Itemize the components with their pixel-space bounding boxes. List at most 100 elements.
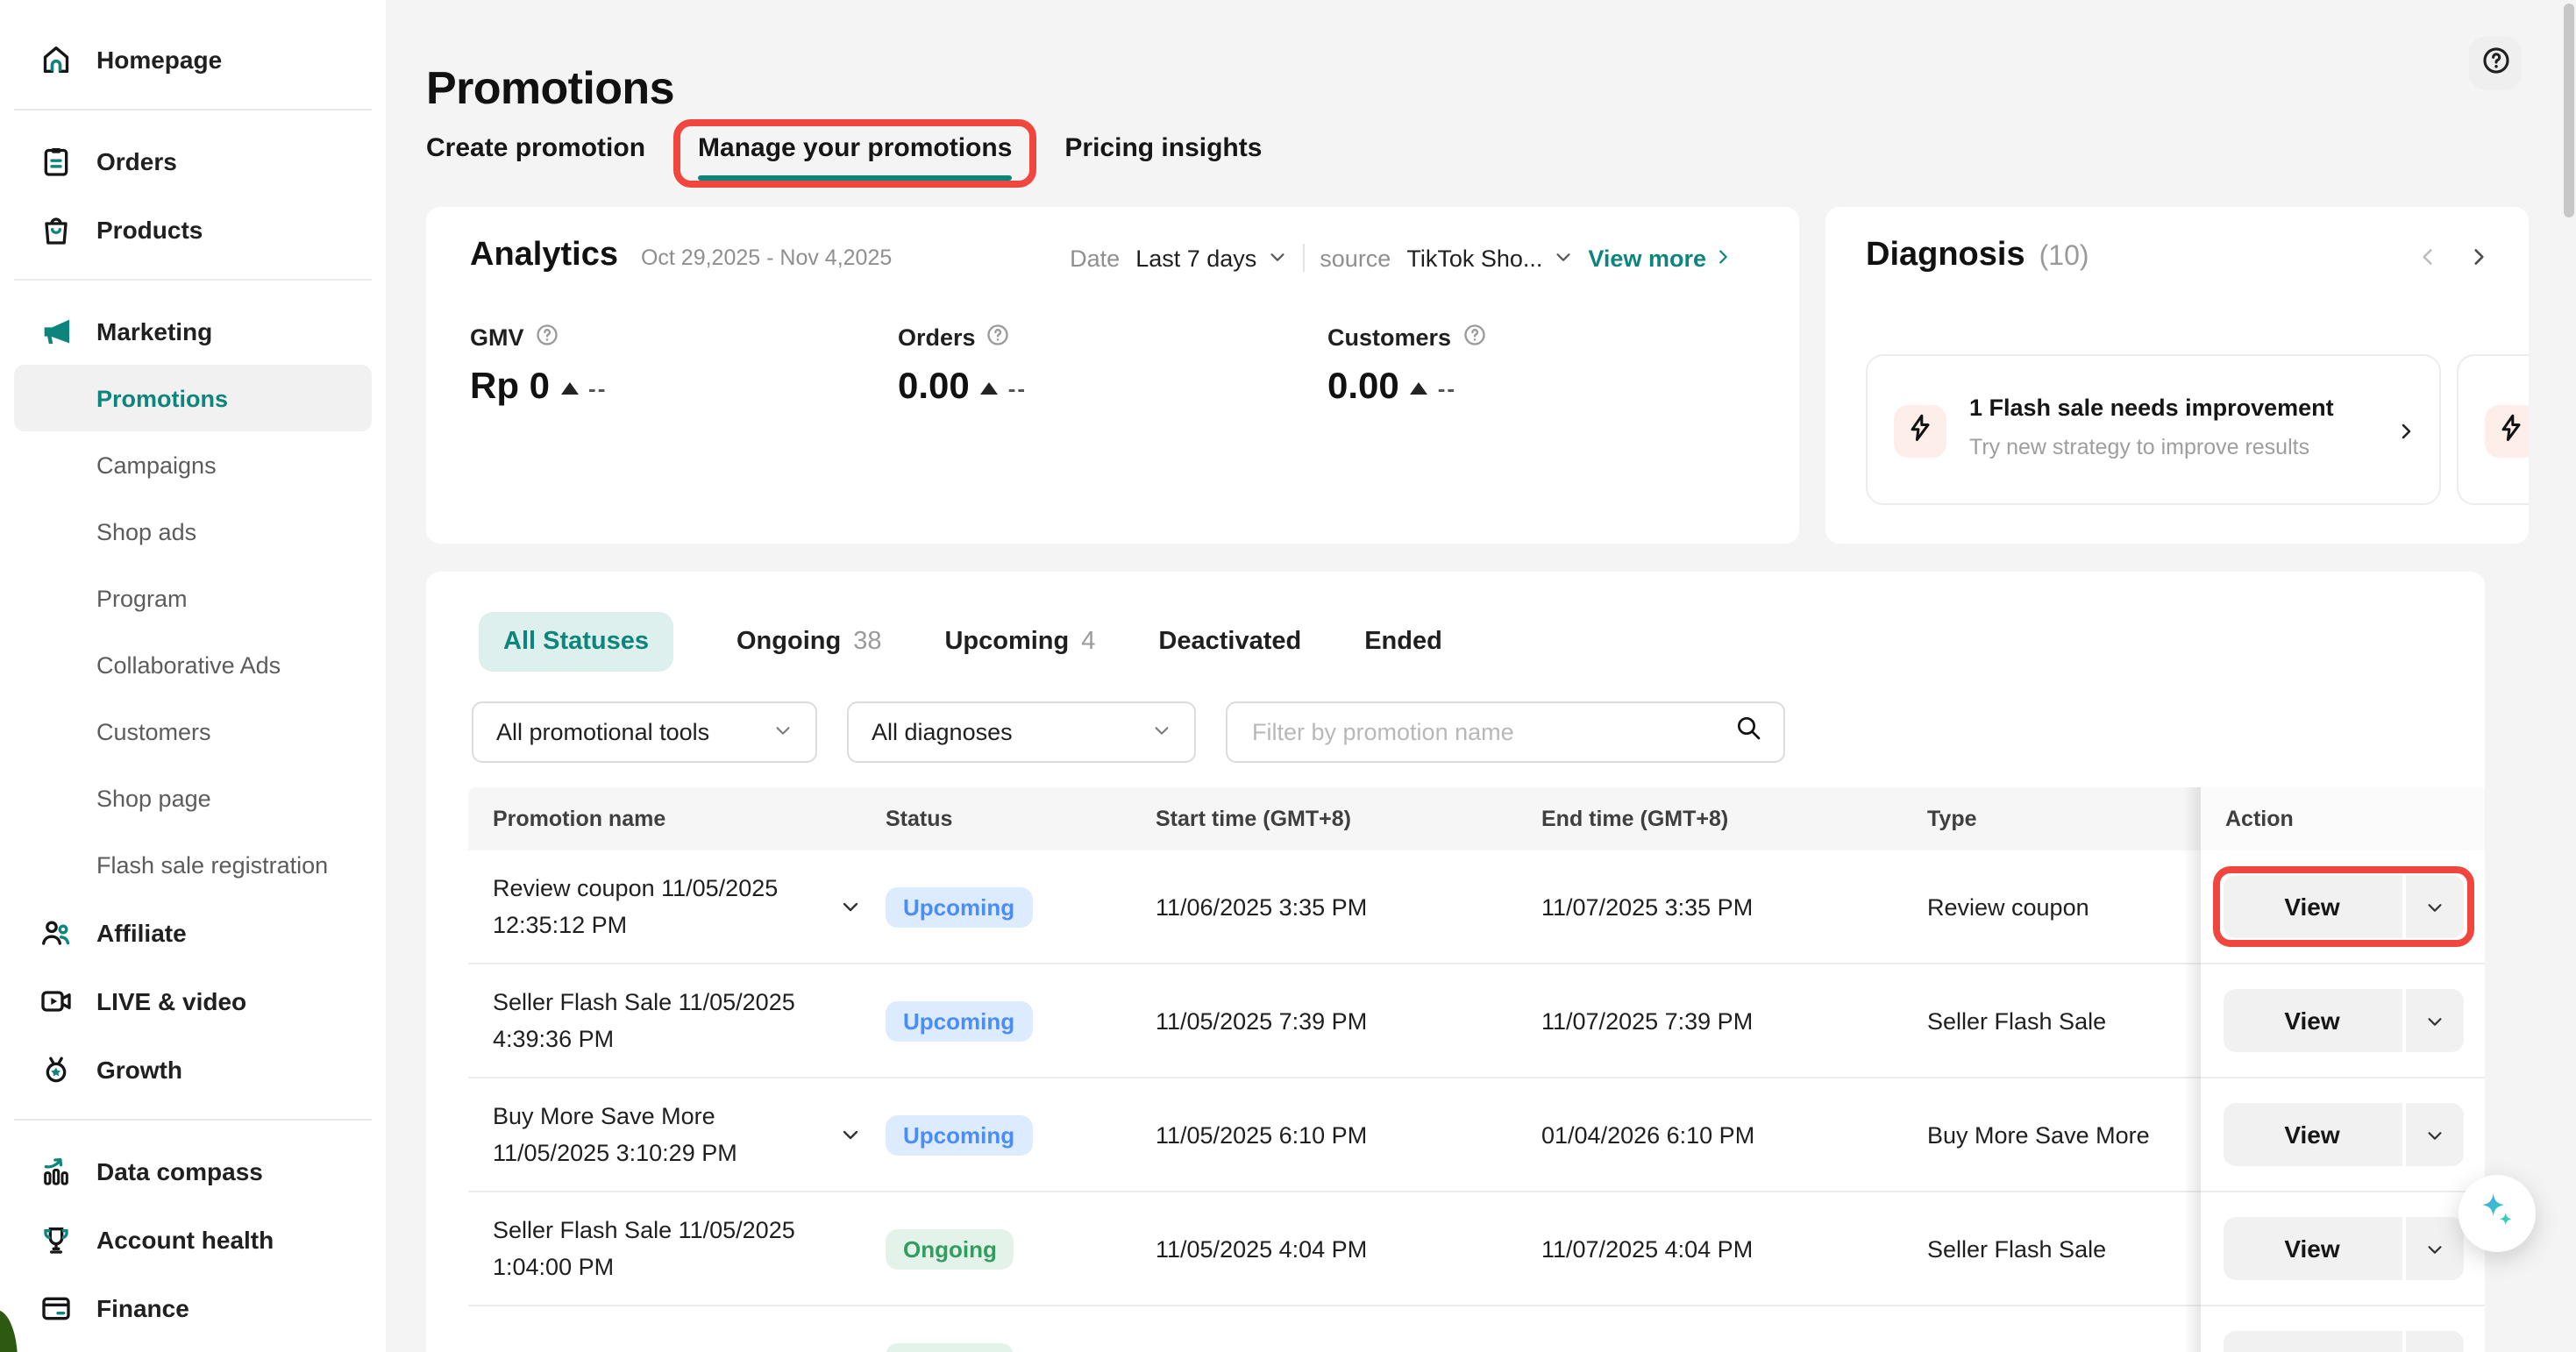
sidebar-item-label: Finance — [96, 1293, 189, 1321]
sidebar-item[interactable]: Finance — [0, 1273, 386, 1341]
view-button[interactable]: View — [2223, 1103, 2463, 1166]
diagnosis-card-partial[interactable] — [2457, 354, 2529, 505]
promotion-name: Coupon 11/05/2025 — [493, 1344, 699, 1352]
sidebar-subitem[interactable]: Customers — [14, 698, 372, 765]
promotional-tools-dropdown[interactable]: All promotional tools — [472, 701, 817, 763]
status-badge: Ongoing — [886, 1228, 1014, 1269]
diagnosis-count: (10) — [2039, 242, 2089, 274]
promotion-name: Seller Flash Sale 11/05/2025 4:39:36 PM — [493, 984, 795, 1057]
trend-up-icon — [1410, 381, 1427, 394]
help-button[interactable] — [2469, 37, 2522, 89]
help-circle-icon[interactable] — [986, 323, 1011, 352]
sidebar-subitem[interactable]: Shop page — [14, 765, 372, 831]
view-dropdown-icon[interactable] — [2405, 1103, 2463, 1166]
sidebar-item[interactable]: Growth — [0, 1035, 386, 1103]
main-content: Promotions Create promotion Manage your … — [386, 0, 2576, 1352]
status-tabs: All Statuses Ongoing 38 Upcoming 4 — [479, 612, 1442, 672]
table-row: Review coupon 11/05/2025 12:35:12 PM Upc… — [468, 850, 2485, 964]
sidebar-subitem[interactable]: Campaigns — [14, 431, 372, 498]
chevron-right-icon — [2395, 419, 2416, 451]
promotions-table: Promotion name Status Start time (GMT+8)… — [468, 787, 2485, 1352]
affiliate-icon — [39, 914, 74, 950]
table-row: Buy More Save More 11/05/2025 3:10:29 PM… — [468, 1078, 2485, 1192]
sidebar-item[interactable]: Account health — [0, 1205, 386, 1273]
view-dropdown-icon[interactable] — [2405, 1331, 2463, 1352]
end-time: 11/07/2025 3:35 PM — [1541, 850, 1927, 963]
sidebar-item[interactable]: Orders — [0, 126, 386, 195]
diagnosis-card[interactable]: 1 Flash sale needs improvement Try new s… — [1866, 354, 2441, 505]
view-button[interactable]: View — [2223, 989, 2463, 1052]
sidebar-item[interactable]: Marketing — [0, 296, 386, 365]
sidebar-item[interactable]: Affiliate — [0, 898, 386, 966]
sidebar-item[interactable]: Data compass — [0, 1136, 386, 1205]
sidebar-subitem[interactable]: Program — [14, 565, 372, 631]
promotion-name: Review coupon 11/05/2025 12:35:12 PM — [493, 870, 778, 943]
sidebar-subitem-label: Customers — [96, 718, 211, 744]
sidebar-subitem[interactable]: Shop ads — [14, 498, 372, 565]
sidebar-subitem-label: Shop ads — [96, 518, 196, 544]
sidebar-subitem-label: Campaigns — [96, 452, 217, 478]
sidebar-subitem-label: Shop page — [96, 785, 211, 811]
sidebar-item[interactable]: Products — [0, 195, 386, 263]
carousel-prev-icon[interactable] — [2416, 245, 2439, 277]
promotion-name: Seller Flash Sale 11/05/2025 1:04:00 PM — [493, 1212, 795, 1285]
page-tab[interactable]: Manage your promotions — [698, 133, 1012, 181]
sidebar-item-label: Affiliate — [96, 918, 187, 946]
sidebar-subitem[interactable]: Collaborative Ads — [14, 631, 372, 698]
sidebar-subitem-label: Flash sale registration — [96, 851, 328, 878]
finance-icon — [39, 1290, 74, 1325]
end-time: 11/07/2025 4:04 PM — [1541, 1192, 1927, 1305]
page-tab[interactable]: Create promotion — [426, 133, 645, 181]
trend-up-icon — [980, 381, 998, 394]
search-input[interactable] — [1249, 717, 1720, 747]
diagnoses-dropdown[interactable]: All diagnoses — [847, 701, 1196, 763]
growth-icon — [39, 1051, 74, 1086]
metric-gmv: GMV Rp 0-- — [470, 323, 873, 409]
chevron-down-icon — [1152, 719, 1171, 745]
carousel-next-icon[interactable] — [2467, 245, 2490, 277]
metric-orders: Orders 0.00-- — [898, 323, 1301, 409]
active-tab-underline — [698, 174, 1012, 181]
sidebar-item-label: Marketing — [96, 317, 212, 345]
status-tab[interactable]: Ongoing 38 — [737, 612, 881, 672]
sidebar-subitem[interactable]: Promotions — [14, 365, 372, 431]
sidebar-item-label: Products — [96, 215, 203, 243]
status-tab[interactable]: Ended — [1364, 612, 1442, 672]
home-icon — [39, 41, 74, 76]
expand-chevron-icon[interactable] — [840, 896, 861, 922]
orders-icon — [39, 143, 74, 178]
view-dropdown-icon[interactable] — [2405, 875, 2463, 938]
view-dropdown-icon[interactable] — [2405, 989, 2463, 1052]
help-circle-icon[interactable] — [535, 323, 559, 352]
status-tab[interactable]: Upcoming 4 — [944, 612, 1095, 672]
analytics-panel: Analytics Oct 29,2025 - Nov 4,2025 Date … — [426, 207, 1799, 544]
sidebar-item-label: Orders — [96, 146, 177, 174]
status-tab[interactable]: All Statuses — [479, 612, 673, 672]
ai-assistant-button[interactable] — [2459, 1175, 2536, 1252]
help-circle-icon[interactable] — [1462, 323, 1486, 352]
date-range-select[interactable]: Last 7 days — [1135, 245, 1286, 271]
products-icon — [39, 211, 74, 246]
sidebar-item[interactable]: Homepage — [0, 25, 386, 93]
start-time: 11/05/2025 6:10 PM — [1156, 1078, 1541, 1191]
sidebar-item[interactable]: LIVE & video — [0, 966, 386, 1035]
search-icon[interactable] — [1734, 714, 1762, 751]
live-video-icon — [39, 983, 74, 1018]
view-dropdown-icon[interactable] — [2405, 1217, 2463, 1280]
sparkle-icon — [2474, 1188, 2520, 1239]
sidebar-subitem-label: Program — [96, 585, 188, 611]
expand-chevron-icon[interactable] — [840, 1124, 861, 1150]
table-row: Seller Flash Sale 11/05/2025 4:39:36 PM … — [468, 964, 2485, 1078]
view-button[interactable]: View — [2223, 875, 2463, 938]
source-select[interactable]: TikTok Sho... — [1406, 245, 1572, 271]
scrollbar-thumb[interactable] — [2564, 4, 2574, 217]
start-time: 11/05/2025 7:39 PM — [1156, 964, 1541, 1077]
page-tab[interactable]: Pricing insights — [1064, 133, 1262, 181]
view-button[interactable]: View — [2223, 1331, 2463, 1352]
status-tab[interactable]: Deactivated — [1158, 612, 1301, 672]
analytics-title: Analytics — [470, 237, 618, 275]
status-badge: Ongoing — [886, 1342, 1014, 1352]
view-button[interactable]: View — [2223, 1217, 2463, 1280]
sidebar-subitem[interactable]: Flash sale registration — [14, 831, 372, 898]
view-more-link[interactable]: View more — [1588, 245, 1733, 271]
